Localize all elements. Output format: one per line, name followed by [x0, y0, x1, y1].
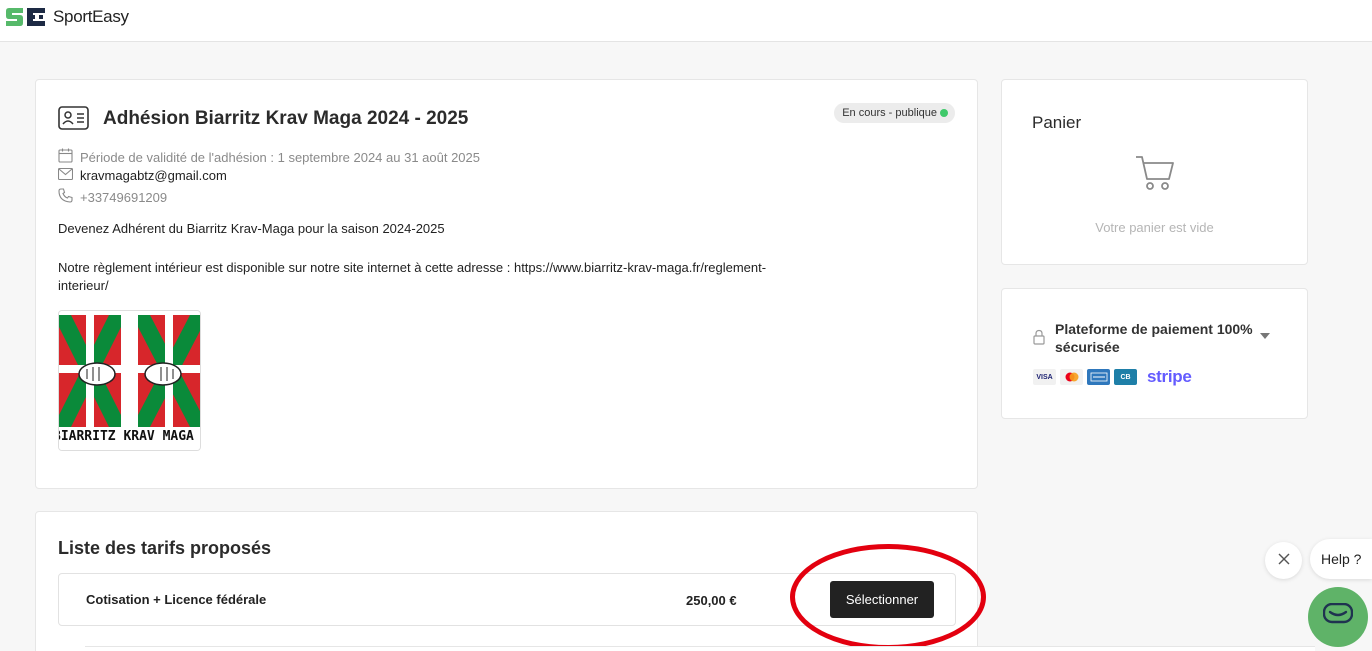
chat-icon	[1322, 602, 1354, 632]
description-line-2: Notre règlement intérieur est disponible…	[58, 260, 767, 293]
tarif-price: 250,00 €	[686, 593, 737, 608]
chevron-down-icon[interactable]	[1260, 333, 1270, 339]
membership-title: Adhésion Biarritz Krav Maga 2024 - 2025	[103, 108, 469, 129]
sporteasy-logo-icon	[4, 6, 48, 28]
email-row: kravmagabtz@gmail.com	[57, 167, 227, 183]
status-label: En cours - publique	[842, 107, 937, 119]
calendar-icon	[58, 148, 73, 166]
cart-title: Panier	[1032, 113, 1082, 132]
phone-link[interactable]: +33749691209	[80, 190, 167, 205]
chat-launcher-button[interactable]	[1308, 587, 1368, 647]
club-logo-image: BIARRITZ KRAV MAGA	[58, 310, 201, 451]
payment-logos: VISA CB stripe	[1033, 367, 1192, 387]
status-dot	[940, 109, 948, 117]
tarif-row: Cotisation + Licence fédérale 250,00 € S…	[58, 573, 956, 626]
club-logo-text: BIARRITZ KRAV MAGA	[58, 429, 194, 444]
close-help-button[interactable]	[1265, 542, 1302, 579]
bottom-edge	[85, 646, 1315, 651]
status-badge: En cours - publique	[834, 103, 955, 123]
logo-text: SportEasy	[53, 7, 129, 26]
mail-icon	[57, 167, 74, 183]
cb-icon: CB	[1114, 369, 1137, 385]
phone-icon	[58, 188, 73, 206]
top-bar: SportEasy	[0, 0, 1372, 42]
mastercard-icon	[1060, 369, 1083, 385]
cart-empty-text: Votre panier est vide	[1095, 220, 1214, 235]
description-line-1: Devenez Adhérent du Biarritz Krav-Maga p…	[58, 221, 445, 236]
tarifs-title: Liste des tarifs proposés	[58, 538, 272, 558]
tarifs-card: Liste des tarifs proposés Cotisation + L…	[35, 511, 978, 651]
payment-card[interactable]: Plateforme de paiement 100% sécurisée VI…	[1001, 288, 1308, 419]
sporteasy-logo[interactable]: SportEasy	[4, 6, 129, 28]
help-bubble[interactable]: Help ?	[1310, 539, 1372, 579]
membership-card: Adhésion Biarritz Krav Maga 2024 - 2025 …	[35, 79, 978, 489]
tarif-name: Cotisation + Licence fédérale	[86, 592, 267, 607]
cart-card: Panier Votre panier est vide	[1001, 79, 1308, 265]
cart-icon	[1135, 154, 1175, 197]
lock-icon	[1033, 329, 1045, 350]
stripe-logo: stripe	[1147, 367, 1192, 386]
email-link[interactable]: kravmagabtz@gmail.com	[80, 168, 227, 183]
visa-icon: VISA	[1033, 369, 1056, 385]
id-card-icon	[58, 106, 89, 135]
phone-row: +33749691209	[58, 188, 167, 206]
select-button[interactable]: Sélectionner	[830, 581, 934, 618]
amex-icon	[1087, 369, 1110, 385]
close-icon	[1278, 552, 1290, 570]
validity-text: Période de validité de l'adhésion : 1 se…	[80, 149, 480, 165]
validity-row: Période de validité de l'adhésion : 1 se…	[58, 148, 480, 166]
payment-title: Plateforme de paiement 100% sécurisée	[1055, 321, 1253, 355]
